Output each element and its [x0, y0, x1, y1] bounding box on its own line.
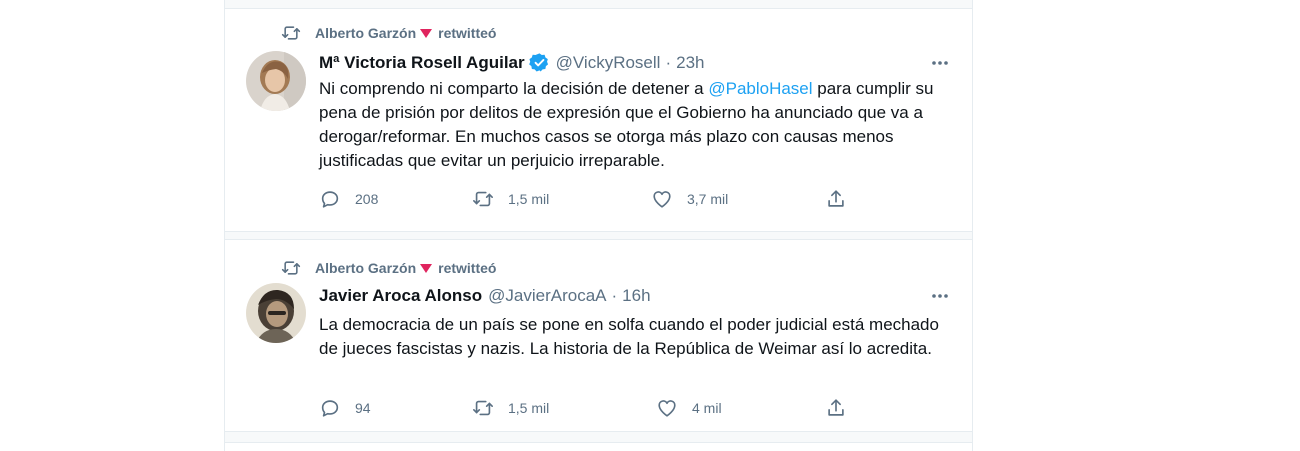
more-icon[interactable] — [930, 286, 950, 306]
reply-button[interactable]: 94 — [319, 397, 371, 419]
avatar-photo — [246, 51, 306, 111]
like-icon — [658, 400, 676, 417]
retweet-button[interactable]: 1,5 mil — [472, 188, 549, 210]
timestamp[interactable]: 16h — [622, 286, 650, 306]
timestamp[interactable]: 23h — [676, 53, 704, 73]
retweeted-label: retwitteó — [438, 260, 497, 276]
retweet-icon — [473, 191, 493, 207]
reply-count: 94 — [355, 400, 371, 416]
heart-triangle-icon — [420, 29, 433, 38]
share-button[interactable] — [825, 188, 861, 210]
more-icon[interactable] — [930, 53, 950, 73]
avatar[interactable] — [246, 51, 306, 111]
retweet-icon — [281, 261, 301, 275]
tweet-actions: 94 1,5 mil 4 mil — [319, 397, 879, 419]
author-name[interactable]: Javier Aroca Alonso — [319, 286, 482, 306]
tweet-header: Javier Aroca Alonso @JavierArocaA · 16h — [319, 286, 651, 306]
tweet-text-part: Ni comprendo ni comparto la decisión de … — [319, 79, 709, 98]
mention-link[interactable]: @PabloHasel — [708, 79, 812, 98]
retweeter-name[interactable]: Alberto Garzón — [315, 260, 416, 276]
retweet-button[interactable]: 1,5 mil — [472, 397, 549, 419]
heart-triangle-icon — [420, 264, 433, 273]
timeline-column: Alberto Garzón retwitteó Mª Victoria Ros… — [224, 0, 973, 451]
tweet-1[interactable]: Alberto Garzón retwitteó Mª Victoria Ros… — [225, 9, 972, 240]
separator: · — [665, 52, 672, 72]
avatar[interactable] — [246, 283, 306, 343]
retweet-count: 1,5 mil — [508, 191, 550, 207]
author-handle[interactable]: @JavierArocaA — [488, 286, 606, 306]
like-count: 4 mil — [692, 400, 722, 416]
retweet-count: 1,5 mil — [508, 400, 550, 416]
reply-count: 208 — [355, 191, 379, 207]
share-icon — [828, 190, 844, 207]
author-name[interactable]: Mª Victoria Rosell Aguilar — [319, 53, 525, 73]
tweet-actions: 208 1,5 mil 3,7 mil — [319, 188, 879, 210]
share-button[interactable] — [825, 397, 861, 419]
like-count: 3,7 mil — [687, 191, 729, 207]
tweet-2[interactable]: Alberto Garzón retwitteó Javier Aroca Al… — [225, 240, 972, 431]
reply-icon — [321, 400, 339, 417]
like-button[interactable]: 4 mil — [656, 397, 722, 419]
reply-icon — [321, 191, 339, 208]
like-icon — [653, 191, 671, 208]
tweet-header: Mª Victoria Rosell Aguilar @VickyRosell … — [319, 52, 704, 73]
retweeter-name[interactable]: Alberto Garzón — [315, 25, 416, 41]
retweet-context: Alberto Garzón retwitteó — [281, 23, 496, 43]
tweet-divider — [225, 231, 972, 240]
share-icon — [828, 399, 844, 416]
timeline-top-gap — [225, 0, 972, 9]
separator: · — [611, 286, 618, 305]
tweet-text: Ni comprendo ni comparto la decisión de … — [319, 77, 959, 173]
retweet-icon — [281, 26, 301, 40]
tweet-text: La democracia de un país se pone en solf… — [319, 315, 939, 358]
verified-badge-icon — [528, 53, 548, 72]
avatar-photo — [246, 283, 306, 343]
tweet-divider — [225, 431, 972, 443]
reply-button[interactable]: 208 — [319, 188, 378, 210]
author-handle[interactable]: @VickyRosell — [556, 53, 661, 73]
retweet-context: Alberto Garzón retwitteó — [281, 258, 496, 278]
like-button[interactable]: 3,7 mil — [651, 188, 728, 210]
retweeted-label: retwitteó — [438, 25, 497, 41]
retweet-icon — [473, 400, 493, 416]
